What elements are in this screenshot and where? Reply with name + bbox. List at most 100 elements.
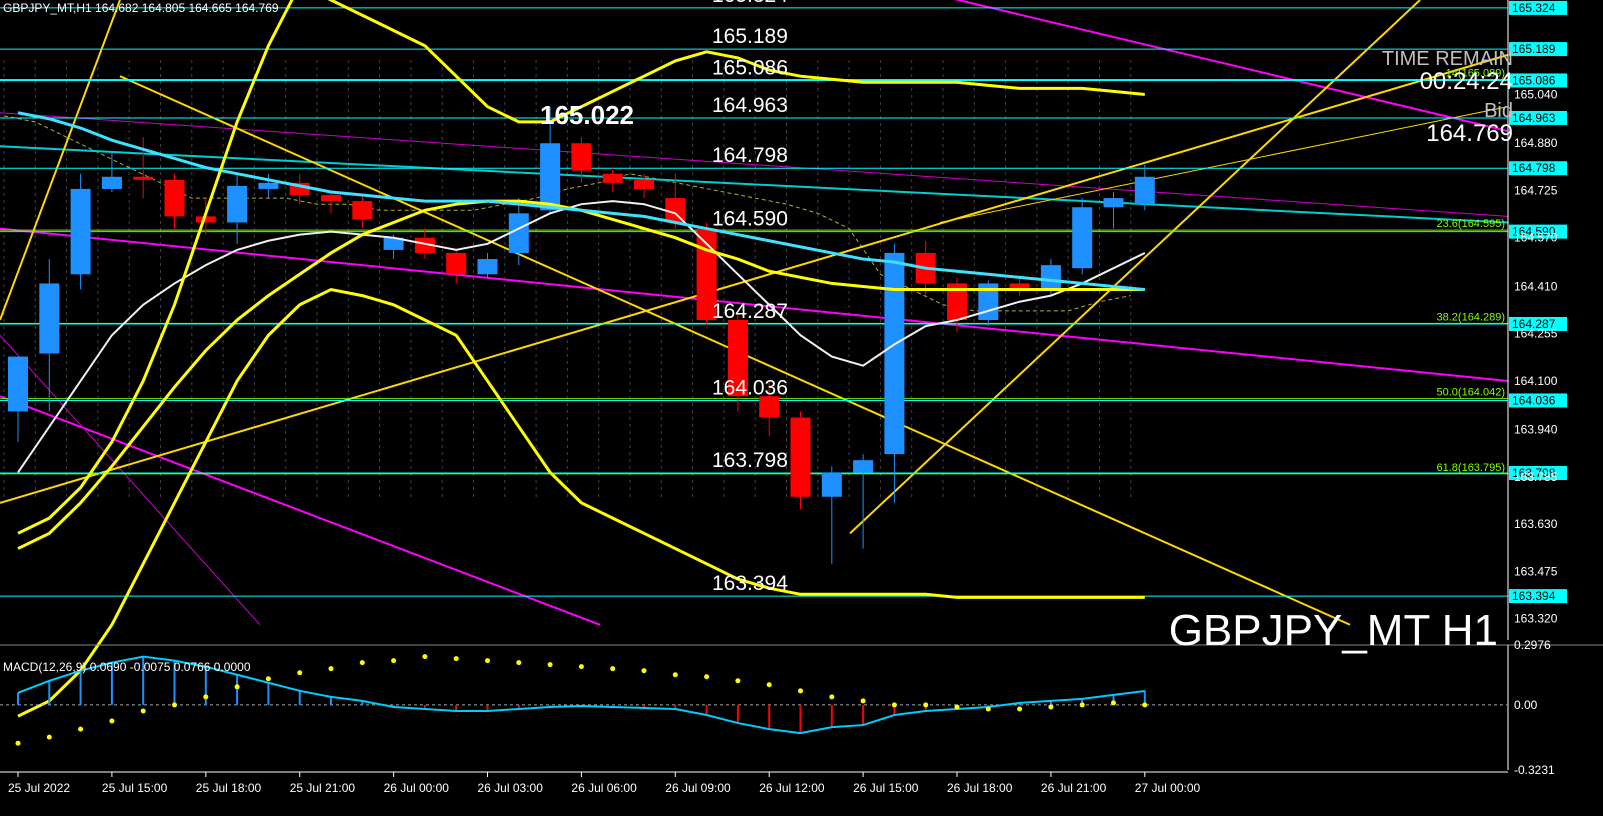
symbol-watermark: GBPJPY_MT H1 xyxy=(1168,606,1498,655)
macd-signal-dot xyxy=(328,666,334,672)
level-price-label: 163.394 xyxy=(712,572,788,595)
fib-label: 23.6(164.595) xyxy=(1437,218,1506,230)
candle-body xyxy=(477,259,498,275)
level-price-label: 164.036 xyxy=(712,376,788,399)
macd-signal-dot xyxy=(78,726,84,732)
channel-line xyxy=(0,395,601,626)
time-tick-label: 25 Jul 15:00 xyxy=(102,781,168,795)
macd-signal-dot xyxy=(297,670,303,676)
macd-signal-dot xyxy=(704,674,710,680)
time-tick-label: 26 Jul 09:00 xyxy=(665,781,731,795)
bid-value: 164.769 xyxy=(1426,120,1513,147)
macd-signal-dot xyxy=(672,672,678,678)
macd-tick-label: 0.00 xyxy=(1514,698,1538,712)
macd-signal-dot xyxy=(547,662,553,668)
level-axis-tag-text: 165.189 xyxy=(1512,42,1556,56)
macd-signal-dot xyxy=(1017,706,1023,712)
price-tick-label: 163.630 xyxy=(1514,517,1558,531)
time-tick-label: 25 Jul 18:00 xyxy=(196,781,262,795)
time-tick-label: 25 Jul 2022 xyxy=(8,781,70,795)
high-price-label: 165.022 xyxy=(540,100,634,130)
macd-signal-dot xyxy=(1079,702,1085,708)
candle-body xyxy=(1072,207,1093,269)
price-tick-label: 163.785 xyxy=(1514,470,1558,484)
macd-tick-label: -0.3231 xyxy=(1514,763,1555,777)
candle-body xyxy=(540,143,561,211)
candle-body xyxy=(133,176,154,180)
candle-body xyxy=(321,195,341,202)
level-axis-tag-text: 165.324 xyxy=(1512,1,1556,15)
candle-body xyxy=(1040,265,1061,290)
price-tick-label: 165.040 xyxy=(1514,87,1558,101)
macd-signal-dot xyxy=(766,682,772,688)
time-remain-value: 00:24:24 xyxy=(1419,68,1513,95)
bollinger-lower xyxy=(17,287,1145,718)
macd-signal-dot xyxy=(234,684,240,690)
price-tick-label: 164.100 xyxy=(1514,374,1558,388)
candle-body xyxy=(508,213,529,253)
macd-signal-dot xyxy=(140,708,146,714)
time-tick-label: 26 Jul 18:00 xyxy=(947,781,1013,795)
macd-signal-dot xyxy=(1048,704,1054,710)
candle-body xyxy=(227,185,248,223)
macd-tick-label: 0.2976 xyxy=(1514,638,1551,652)
fib-label: 61.8(163.795) xyxy=(1437,462,1506,474)
macd-signal-dot xyxy=(860,698,866,704)
level-price-label: 165.189 xyxy=(712,25,788,48)
macd-signal-dot xyxy=(798,688,803,694)
macd-signal-dot xyxy=(15,740,21,746)
macd-signal-dot xyxy=(985,706,991,712)
price-tick-label: 163.320 xyxy=(1514,612,1558,626)
fib-label: 38.2(164.289) xyxy=(1437,311,1506,323)
time-tick-label: 27 Jul 00:00 xyxy=(1135,781,1201,795)
macd-signal-dot xyxy=(641,668,647,674)
candle-body xyxy=(101,176,122,189)
level-price-label: 163.798 xyxy=(712,449,788,472)
time-tick-label: 26 Jul 03:00 xyxy=(478,781,544,795)
macd-signal-dot xyxy=(109,718,115,724)
candle-body xyxy=(634,179,654,189)
macd-signal-dot xyxy=(422,654,428,660)
macd-signal-dot xyxy=(891,702,897,708)
symbol-header: GBPJPY_MT,H1 164.682 164.805 164.665 164… xyxy=(3,1,279,15)
level-price-label: 164.798 xyxy=(712,144,788,167)
macd-signal-dot xyxy=(954,704,960,710)
macd-signal-dot xyxy=(735,678,741,684)
candle-body xyxy=(164,179,185,217)
candle-body xyxy=(602,173,623,183)
price-tick-label: 163.475 xyxy=(1514,564,1558,578)
level-axis-tag-text: 165.086 xyxy=(1512,73,1556,87)
macd-signal-dot xyxy=(453,656,459,662)
fib-label: 50.0(164.042) xyxy=(1437,387,1506,399)
level-axis-tag-text: 164.963 xyxy=(1512,111,1556,125)
macd-signal-dot xyxy=(610,666,616,672)
time-tick-label: 26 Jul 12:00 xyxy=(759,781,825,795)
price-tick-label: 164.570 xyxy=(1514,231,1558,245)
macd-signal-dot xyxy=(1111,700,1116,706)
macd-panel: 0.2976 0.00 -0.3231 xyxy=(0,638,1603,777)
candle-body xyxy=(70,188,91,275)
price-chart: 165.324165.324165.189165.189165.086165.0… xyxy=(0,0,1603,795)
macd-signal-dot xyxy=(923,702,929,708)
price-tick-label: 164.725 xyxy=(1514,183,1558,197)
macd-signal-dot xyxy=(391,658,397,664)
level-price-label: 164.590 xyxy=(712,208,788,231)
ma-yellow xyxy=(17,199,1145,550)
candle-body xyxy=(571,143,592,171)
macd-signal-dot xyxy=(359,660,365,666)
ma-white xyxy=(17,200,1146,473)
macd-signal-dot xyxy=(578,664,584,670)
price-tick-label: 164.880 xyxy=(1514,136,1558,150)
macd-header: MACD(12,26,9) 0.0690 -0.0075 0.0766 0.00… xyxy=(3,660,251,674)
time-tick-label: 26 Jul 00:00 xyxy=(384,781,450,795)
level-axis-tag-text: 163.394 xyxy=(1512,589,1556,603)
level-price-label: 165.324 xyxy=(712,0,788,7)
macd-signal-dot xyxy=(203,694,209,700)
candle-body xyxy=(884,252,905,455)
level-price-label: 164.963 xyxy=(712,94,788,117)
macd-signal-dot xyxy=(265,676,271,682)
time-tick-label: 25 Jul 21:00 xyxy=(290,781,356,795)
level-axis-tag-text: 164.036 xyxy=(1512,393,1556,407)
macd-signal-dot xyxy=(172,702,177,708)
level-axis-tag-text: 164.798 xyxy=(1512,161,1556,175)
